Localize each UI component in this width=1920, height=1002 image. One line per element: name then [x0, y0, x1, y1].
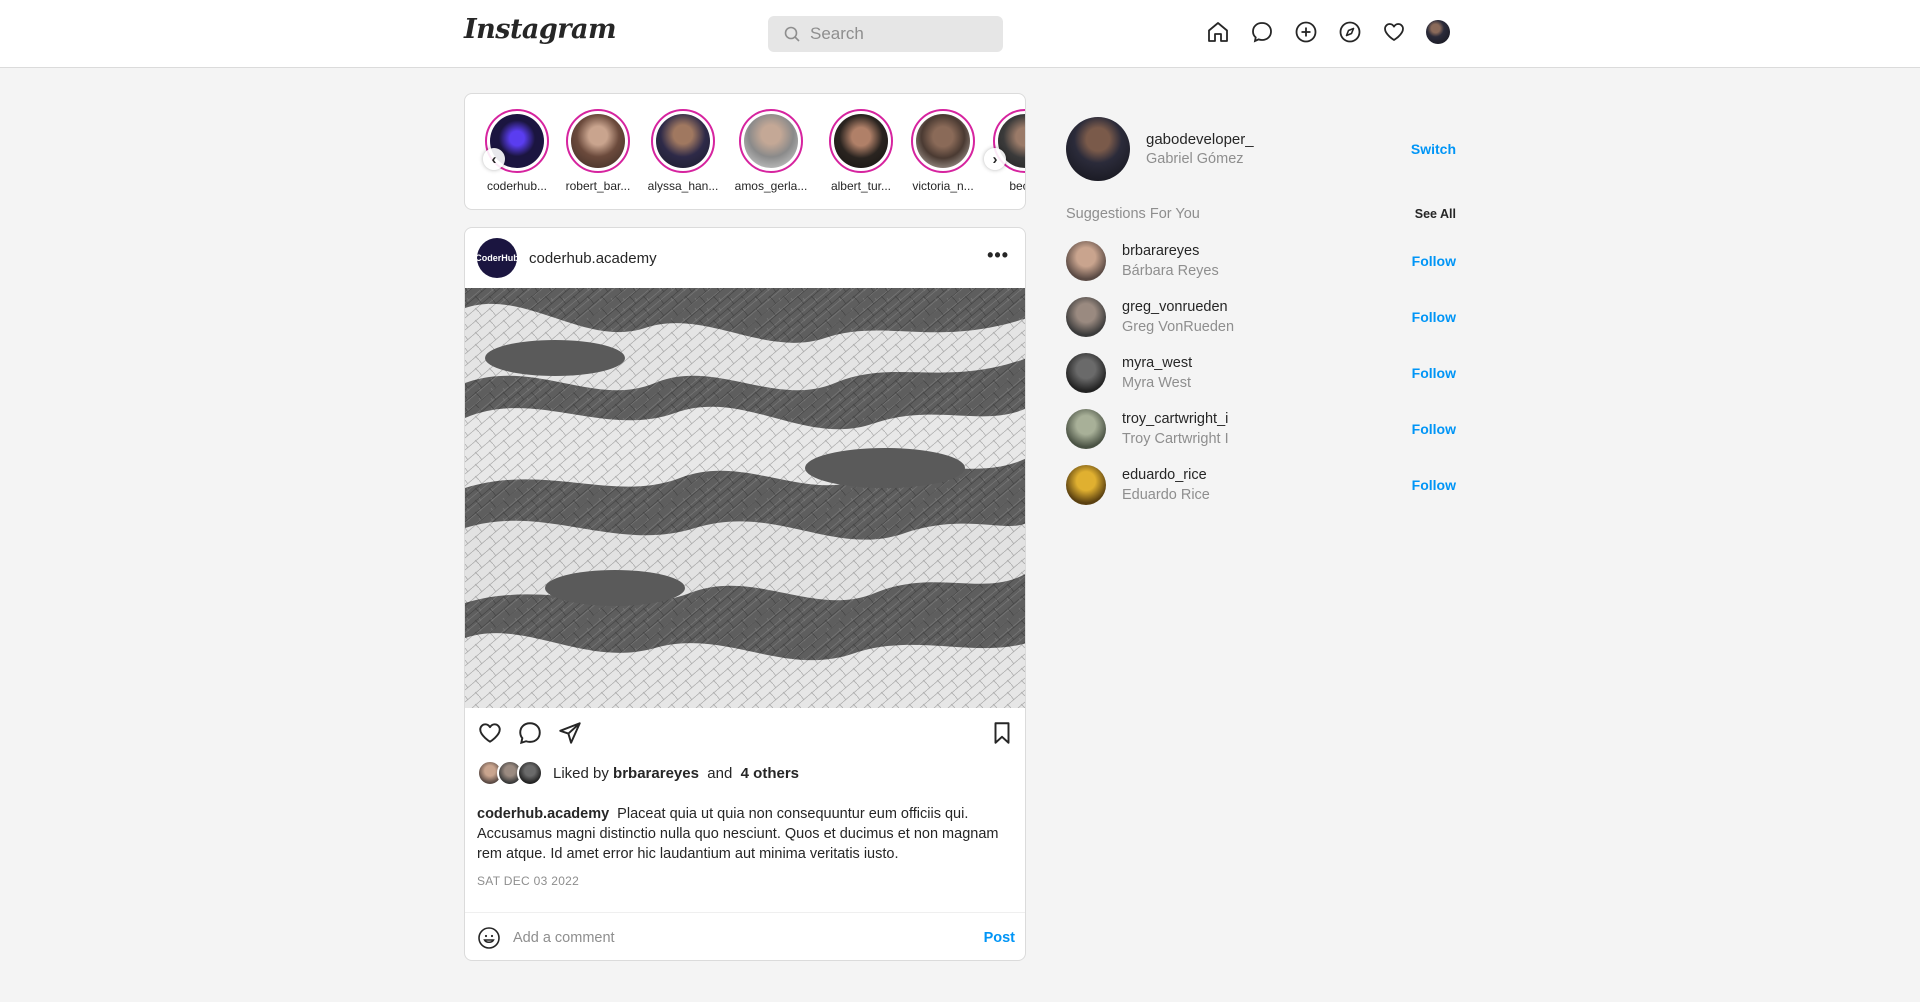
suggestion-item: brbarareyes Bárbara Reyes Follow	[1066, 241, 1456, 283]
comment-input[interactable]	[513, 929, 984, 946]
likes-summary: Liked by brbarareyes and 4 others	[477, 760, 799, 786]
suggestion-name: Eduardo Rice	[1122, 487, 1210, 503]
explore-icon[interactable]	[1338, 20, 1362, 44]
suggestion-name: Greg VonRueden	[1122, 319, 1235, 335]
profile-avatar[interactable]	[1426, 20, 1450, 44]
current-user-avatar[interactable]	[1066, 117, 1130, 181]
search-icon	[784, 26, 800, 42]
suggestion-username[interactable]: myra_west	[1122, 355, 1192, 371]
suggestion-username[interactable]: troy_cartwright_i	[1122, 411, 1228, 427]
suggestion-item: myra_west Myra West Follow	[1066, 353, 1456, 395]
follow-button[interactable]: Follow	[1412, 309, 1456, 325]
activity-heart-icon[interactable]	[1382, 20, 1406, 44]
stories-next-arrow[interactable]: ›	[984, 148, 1006, 170]
switch-account-button[interactable]: Switch	[1411, 141, 1456, 157]
liked-by-others[interactable]: 4 others	[741, 765, 799, 782]
suggestion-avatar[interactable]	[1066, 465, 1106, 505]
emoji-icon[interactable]	[477, 926, 501, 950]
post-caption: coderhub.academy Placeat quia ut quia non…	[477, 804, 1013, 864]
post-actions	[465, 708, 1025, 758]
suggestion-avatar[interactable]	[1066, 297, 1106, 337]
like-heart-icon[interactable]	[477, 720, 503, 746]
current-username[interactable]: gabodeveloper_	[1146, 131, 1254, 148]
story-username: victoria_n...	[912, 179, 974, 193]
story-item[interactable]: amos_gerla...	[731, 109, 811, 193]
home-icon[interactable]	[1206, 20, 1230, 44]
suggestions-title: Suggestions For You	[1066, 206, 1200, 222]
story-username: becky	[1009, 179, 1025, 193]
suggestion-name: Myra West	[1122, 375, 1192, 391]
suggestion-avatar[interactable]	[1066, 353, 1106, 393]
caption-username[interactable]: coderhub.academy	[477, 806, 609, 822]
messenger-icon[interactable]	[1250, 20, 1274, 44]
post-date: SAT DEC 03 2022	[477, 874, 580, 888]
wave-pavement-image	[465, 288, 1025, 708]
share-send-icon[interactable]	[557, 720, 583, 746]
suggestion-username[interactable]: greg_vonrueden	[1122, 299, 1228, 315]
post-header: CoderHub coderhub.academy •••	[465, 228, 1025, 288]
suggestion-name: Troy Cartwright I	[1122, 431, 1229, 447]
story-item[interactable]: robert_bar...	[558, 109, 638, 193]
post-username[interactable]: coderhub.academy	[529, 250, 657, 267]
current-user-card: gabodeveloper_ Gabriel Gómez Switch	[1066, 117, 1456, 181]
liked-by-user[interactable]: brbarareyes	[613, 765, 699, 782]
post-avatar[interactable]: CoderHub	[475, 238, 519, 278]
new-post-icon[interactable]	[1294, 20, 1318, 44]
story-username: amos_gerla...	[734, 179, 808, 193]
story-username: coderhub...	[486, 179, 548, 193]
follow-button[interactable]: Follow	[1412, 477, 1456, 493]
stories-prev-arrow[interactable]: ‹	[483, 148, 505, 170]
feed-post: CoderHub coderhub.academy ••• Liked by b…	[464, 227, 1026, 961]
suggestions-header: Suggestions For You See All	[1066, 206, 1456, 222]
liked-by-and: and	[707, 764, 733, 782]
suggestion-username[interactable]: eduardo_rice	[1122, 467, 1207, 483]
suggestion-avatar[interactable]	[1066, 409, 1106, 449]
nav-icons	[1206, 20, 1450, 44]
top-navigation-bar: Instagram	[0, 0, 1920, 68]
story-username: robert_bar...	[565, 179, 631, 193]
story-item[interactable]: alyssa_han...	[643, 109, 723, 193]
liker-avatar	[517, 760, 543, 786]
follow-button[interactable]: Follow	[1412, 253, 1456, 269]
story-item[interactable]: victoria_n...	[903, 109, 983, 193]
likers-avatars[interactable]	[477, 760, 543, 786]
bookmark-icon[interactable]	[989, 720, 1015, 746]
liked-by-prefix: Liked by	[553, 764, 609, 782]
suggestion-item: eduardo_rice Eduardo Rice Follow	[1066, 465, 1456, 507]
suggestion-avatar[interactable]	[1066, 241, 1106, 281]
suggestion-item: troy_cartwright_i Troy Cartwright I Foll…	[1066, 409, 1456, 451]
story-item[interactable]: albert_tur...	[821, 109, 901, 193]
post-image[interactable]	[465, 288, 1025, 708]
instagram-logo[interactable]: Instagram	[464, 14, 617, 45]
follow-button[interactable]: Follow	[1412, 421, 1456, 437]
current-user-fullname: Gabriel Gómez	[1146, 151, 1244, 167]
suggestion-name: Bárbara Reyes	[1122, 263, 1219, 279]
follow-button[interactable]: Follow	[1412, 365, 1456, 381]
story-username: alyssa_han...	[647, 179, 719, 193]
story-username: albert_tur...	[830, 179, 892, 193]
post-comment-button[interactable]: Post	[984, 930, 1015, 946]
comment-icon[interactable]	[517, 720, 543, 746]
suggestion-username[interactable]: brbarareyes	[1122, 243, 1199, 259]
comment-bar: Post	[465, 912, 1025, 960]
stories-tray: coderhub... robert_bar... alyssa_han... …	[464, 93, 1026, 210]
see-all-link[interactable]: See All	[1415, 207, 1456, 221]
search-input[interactable]	[810, 24, 990, 44]
search-box[interactable]	[768, 16, 1003, 52]
suggestion-item: greg_vonrueden Greg VonRueden Follow	[1066, 297, 1456, 339]
more-options-icon[interactable]: •••	[987, 246, 1009, 264]
